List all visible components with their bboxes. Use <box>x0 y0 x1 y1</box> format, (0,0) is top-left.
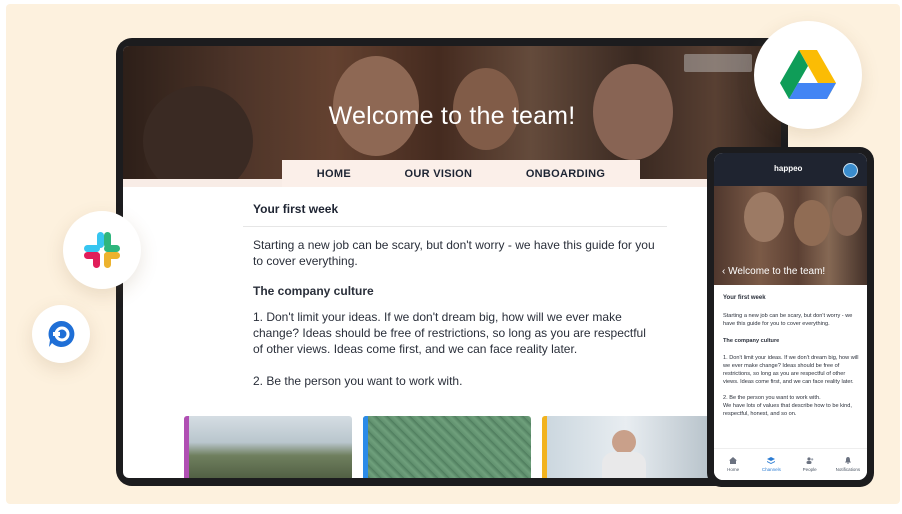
brand-logo: happeo <box>774 164 803 173</box>
culture-point-1: 1. Don't limit your ideas. If we don't d… <box>253 310 646 356</box>
culture-heading: The company culture <box>253 284 374 298</box>
phone-section-heading: Your first week <box>723 295 766 301</box>
home-icon <box>729 457 738 464</box>
layers-icon <box>767 457 776 464</box>
section-heading: Your first week <box>243 196 667 227</box>
tab-home[interactable]: Home <box>714 449 752 480</box>
chat-app-bubble[interactable] <box>32 305 90 363</box>
card-thumbnail-coast[interactable] <box>184 416 352 478</box>
card-accent <box>542 416 547 478</box>
hero-placeholder-bar <box>684 54 752 72</box>
chat-bubble-shape <box>48 320 75 347</box>
slack-green-bar <box>104 232 111 248</box>
phone-hero: ‹ Welcome to the team! <box>714 186 867 285</box>
tab-channels[interactable]: Channels <box>752 449 790 480</box>
intro-text: Starting a new job can be scary, but don… <box>253 238 655 268</box>
bell-icon <box>844 457 851 464</box>
avatar[interactable] <box>843 163 858 178</box>
nav-onboarding[interactable]: ONBOARDING <box>526 168 605 180</box>
phone-content: Your first week Starting a new job can b… <box>723 294 860 418</box>
hero-title: Welcome to the team! <box>328 102 576 130</box>
card-accent <box>184 416 189 478</box>
phone-point-1: 1. Don't limit your ideas. If we don't d… <box>723 355 859 385</box>
people-icon <box>806 457 813 464</box>
card-thumbnail-office[interactable] <box>542 416 710 478</box>
google-drive-icon <box>780 50 836 99</box>
phone-point-2-detail: We have lots of values that describe how… <box>723 403 852 417</box>
phone-tab-bar: Home Channels People Notifications <box>714 448 867 480</box>
phone-hero-title[interactable]: ‹ Welcome to the team! <box>722 266 825 277</box>
tab-people[interactable]: People <box>791 449 829 480</box>
phone-point-2: 2. Be the person you want to work with. <box>723 395 821 401</box>
page-content: Your first week Starting a new job can b… <box>243 196 667 389</box>
card-thumbnail-circuit[interactable] <box>363 416 531 478</box>
nav-our-vision[interactable]: OUR VISION <box>405 168 473 180</box>
slack-yellow-bar <box>104 252 120 259</box>
tab-notifications-label: Notifications <box>835 467 861 472</box>
page-canvas: Welcome to the team! HOME OUR VISION ONB… <box>0 0 902 514</box>
phone-intro: Starting a new job can be scary, but don… <box>723 313 853 327</box>
tablet-screen: Welcome to the team! HOME OUR VISION ONB… <box>123 46 781 478</box>
card-photo-person <box>612 430 636 454</box>
tab-notifications[interactable]: Notifications <box>829 449 867 480</box>
tab-home-label: Home <box>727 467 740 472</box>
chat-inner-bar <box>53 332 60 336</box>
phone-topbar: happeo <box>714 153 867 186</box>
culture-point-2: 2. Be the person you want to work with. <box>253 374 463 388</box>
chat-app-icon <box>48 320 75 347</box>
nav-home[interactable]: HOME <box>317 168 351 180</box>
content-body: Starting a new job can be scary, but don… <box>243 237 667 389</box>
slack-blue-bar <box>84 245 100 252</box>
slack-red-bar <box>93 252 100 268</box>
card-photo-person-body <box>602 452 646 478</box>
top-nav: HOME OUR VISION ONBOARDING <box>282 160 640 187</box>
phone-hero-title-text: Welcome to the team! <box>728 266 826 277</box>
slack-bubble[interactable] <box>63 211 141 289</box>
phone-culture-heading: The company culture <box>723 338 780 344</box>
phone-screen: happeo ‹ Welcome to the team! Your first… <box>714 153 867 480</box>
card-accent <box>363 416 368 478</box>
slack-icon <box>84 232 120 268</box>
google-drive-bubble[interactable] <box>754 21 862 129</box>
tab-people-label: People <box>802 467 817 472</box>
tab-channels-label: Channels <box>761 467 781 472</box>
